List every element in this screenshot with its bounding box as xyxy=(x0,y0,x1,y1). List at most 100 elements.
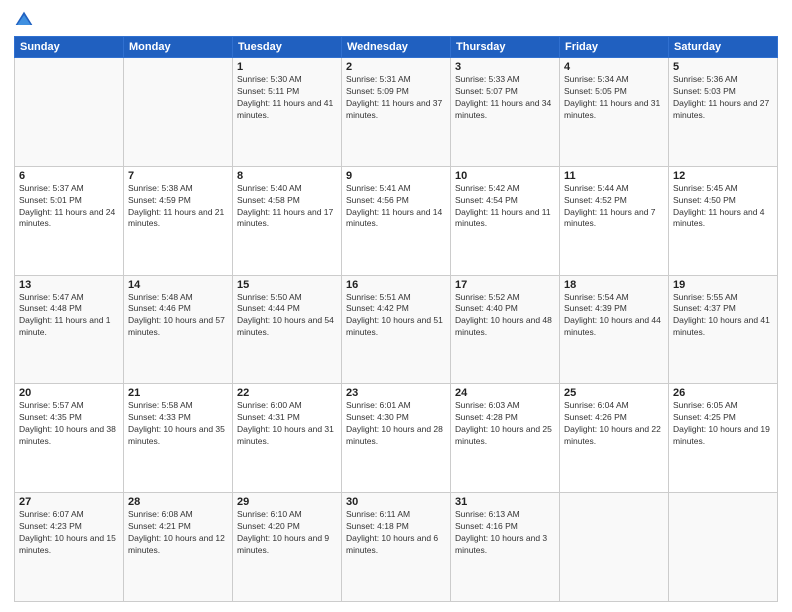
calendar-cell: 26Sunrise: 6:05 AMSunset: 4:25 PMDayligh… xyxy=(669,384,778,493)
day-number: 13 xyxy=(19,279,119,291)
calendar-cell: 9Sunrise: 5:41 AMSunset: 4:56 PMDaylight… xyxy=(342,166,451,275)
day-info: Sunrise: 5:36 AMSunset: 5:03 PMDaylight:… xyxy=(673,74,773,122)
day-number: 27 xyxy=(19,496,119,508)
calendar-cell: 25Sunrise: 6:04 AMSunset: 4:26 PMDayligh… xyxy=(560,384,669,493)
day-number: 2 xyxy=(346,61,446,73)
day-number: 25 xyxy=(564,387,664,399)
calendar-cell: 1Sunrise: 5:30 AMSunset: 5:11 PMDaylight… xyxy=(233,58,342,167)
day-number: 24 xyxy=(455,387,555,399)
day-info: Sunrise: 5:40 AMSunset: 4:58 PMDaylight:… xyxy=(237,183,337,231)
calendar-cell: 12Sunrise: 5:45 AMSunset: 4:50 PMDayligh… xyxy=(669,166,778,275)
weekday-header-thursday: Thursday xyxy=(451,37,560,58)
weekday-header-monday: Monday xyxy=(124,37,233,58)
day-number: 28 xyxy=(128,496,228,508)
day-info: Sunrise: 5:33 AMSunset: 5:07 PMDaylight:… xyxy=(455,74,555,122)
day-info: Sunrise: 5:51 AMSunset: 4:42 PMDaylight:… xyxy=(346,292,446,340)
calendar-cell: 22Sunrise: 6:00 AMSunset: 4:31 PMDayligh… xyxy=(233,384,342,493)
day-info: Sunrise: 5:44 AMSunset: 4:52 PMDaylight:… xyxy=(564,183,664,231)
page: SundayMondayTuesdayWednesdayThursdayFrid… xyxy=(0,0,792,612)
day-number: 19 xyxy=(673,279,773,291)
calendar-cell: 19Sunrise: 5:55 AMSunset: 4:37 PMDayligh… xyxy=(669,275,778,384)
calendar-cell: 31Sunrise: 6:13 AMSunset: 4:16 PMDayligh… xyxy=(451,493,560,602)
weekday-header-friday: Friday xyxy=(560,37,669,58)
calendar-cell: 7Sunrise: 5:38 AMSunset: 4:59 PMDaylight… xyxy=(124,166,233,275)
day-info: Sunrise: 6:04 AMSunset: 4:26 PMDaylight:… xyxy=(564,400,664,448)
logo xyxy=(14,10,38,30)
day-info: Sunrise: 6:08 AMSunset: 4:21 PMDaylight:… xyxy=(128,509,228,557)
day-info: Sunrise: 5:54 AMSunset: 4:39 PMDaylight:… xyxy=(564,292,664,340)
day-number: 7 xyxy=(128,170,228,182)
day-info: Sunrise: 5:37 AMSunset: 5:01 PMDaylight:… xyxy=(19,183,119,231)
calendar-cell: 15Sunrise: 5:50 AMSunset: 4:44 PMDayligh… xyxy=(233,275,342,384)
calendar-cell: 18Sunrise: 5:54 AMSunset: 4:39 PMDayligh… xyxy=(560,275,669,384)
weekday-header-sunday: Sunday xyxy=(15,37,124,58)
weekday-header-row: SundayMondayTuesdayWednesdayThursdayFrid… xyxy=(15,37,778,58)
day-info: Sunrise: 5:31 AMSunset: 5:09 PMDaylight:… xyxy=(346,74,446,122)
day-number: 17 xyxy=(455,279,555,291)
day-number: 3 xyxy=(455,61,555,73)
calendar-cell: 16Sunrise: 5:51 AMSunset: 4:42 PMDayligh… xyxy=(342,275,451,384)
calendar-cell: 6Sunrise: 5:37 AMSunset: 5:01 PMDaylight… xyxy=(15,166,124,275)
calendar-cell: 17Sunrise: 5:52 AMSunset: 4:40 PMDayligh… xyxy=(451,275,560,384)
day-info: Sunrise: 5:57 AMSunset: 4:35 PMDaylight:… xyxy=(19,400,119,448)
calendar-cell: 28Sunrise: 6:08 AMSunset: 4:21 PMDayligh… xyxy=(124,493,233,602)
day-info: Sunrise: 5:41 AMSunset: 4:56 PMDaylight:… xyxy=(346,183,446,231)
calendar-cell: 3Sunrise: 5:33 AMSunset: 5:07 PMDaylight… xyxy=(451,58,560,167)
calendar-cell: 13Sunrise: 5:47 AMSunset: 4:48 PMDayligh… xyxy=(15,275,124,384)
weekday-header-tuesday: Tuesday xyxy=(233,37,342,58)
day-info: Sunrise: 6:11 AMSunset: 4:18 PMDaylight:… xyxy=(346,509,446,557)
calendar-week-3: 13Sunrise: 5:47 AMSunset: 4:48 PMDayligh… xyxy=(15,275,778,384)
weekday-header-wednesday: Wednesday xyxy=(342,37,451,58)
calendar-cell: 29Sunrise: 6:10 AMSunset: 4:20 PMDayligh… xyxy=(233,493,342,602)
day-number: 4 xyxy=(564,61,664,73)
day-info: Sunrise: 5:55 AMSunset: 4:37 PMDaylight:… xyxy=(673,292,773,340)
day-number: 30 xyxy=(346,496,446,508)
day-number: 29 xyxy=(237,496,337,508)
calendar-week-4: 20Sunrise: 5:57 AMSunset: 4:35 PMDayligh… xyxy=(15,384,778,493)
day-number: 6 xyxy=(19,170,119,182)
day-info: Sunrise: 6:05 AMSunset: 4:25 PMDaylight:… xyxy=(673,400,773,448)
day-number: 22 xyxy=(237,387,337,399)
day-info: Sunrise: 5:42 AMSunset: 4:54 PMDaylight:… xyxy=(455,183,555,231)
day-number: 31 xyxy=(455,496,555,508)
weekday-header-saturday: Saturday xyxy=(669,37,778,58)
calendar-cell: 2Sunrise: 5:31 AMSunset: 5:09 PMDaylight… xyxy=(342,58,451,167)
calendar-cell xyxy=(560,493,669,602)
calendar-cell xyxy=(124,58,233,167)
calendar-cell: 14Sunrise: 5:48 AMSunset: 4:46 PMDayligh… xyxy=(124,275,233,384)
day-number: 14 xyxy=(128,279,228,291)
calendar-cell: 20Sunrise: 5:57 AMSunset: 4:35 PMDayligh… xyxy=(15,384,124,493)
day-info: Sunrise: 5:52 AMSunset: 4:40 PMDaylight:… xyxy=(455,292,555,340)
calendar-cell: 30Sunrise: 6:11 AMSunset: 4:18 PMDayligh… xyxy=(342,493,451,602)
day-info: Sunrise: 5:30 AMSunset: 5:11 PMDaylight:… xyxy=(237,74,337,122)
day-info: Sunrise: 5:50 AMSunset: 4:44 PMDaylight:… xyxy=(237,292,337,340)
day-info: Sunrise: 5:34 AMSunset: 5:05 PMDaylight:… xyxy=(564,74,664,122)
day-number: 16 xyxy=(346,279,446,291)
day-number: 26 xyxy=(673,387,773,399)
day-info: Sunrise: 6:03 AMSunset: 4:28 PMDaylight:… xyxy=(455,400,555,448)
day-number: 9 xyxy=(346,170,446,182)
day-number: 21 xyxy=(128,387,228,399)
day-number: 18 xyxy=(564,279,664,291)
day-info: Sunrise: 6:07 AMSunset: 4:23 PMDaylight:… xyxy=(19,509,119,557)
calendar-cell: 4Sunrise: 5:34 AMSunset: 5:05 PMDaylight… xyxy=(560,58,669,167)
calendar-cell: 21Sunrise: 5:58 AMSunset: 4:33 PMDayligh… xyxy=(124,384,233,493)
calendar-week-1: 1Sunrise: 5:30 AMSunset: 5:11 PMDaylight… xyxy=(15,58,778,167)
calendar-cell: 10Sunrise: 5:42 AMSunset: 4:54 PMDayligh… xyxy=(451,166,560,275)
day-number: 10 xyxy=(455,170,555,182)
day-info: Sunrise: 5:47 AMSunset: 4:48 PMDaylight:… xyxy=(19,292,119,340)
calendar-week-2: 6Sunrise: 5:37 AMSunset: 5:01 PMDaylight… xyxy=(15,166,778,275)
calendar-cell: 27Sunrise: 6:07 AMSunset: 4:23 PMDayligh… xyxy=(15,493,124,602)
calendar-cell: 11Sunrise: 5:44 AMSunset: 4:52 PMDayligh… xyxy=(560,166,669,275)
day-number: 11 xyxy=(564,170,664,182)
calendar-cell: 23Sunrise: 6:01 AMSunset: 4:30 PMDayligh… xyxy=(342,384,451,493)
day-info: Sunrise: 5:58 AMSunset: 4:33 PMDaylight:… xyxy=(128,400,228,448)
calendar-cell xyxy=(669,493,778,602)
calendar-cell xyxy=(15,58,124,167)
day-info: Sunrise: 5:45 AMSunset: 4:50 PMDaylight:… xyxy=(673,183,773,231)
logo-icon xyxy=(14,10,34,30)
day-info: Sunrise: 6:13 AMSunset: 4:16 PMDaylight:… xyxy=(455,509,555,557)
calendar-week-5: 27Sunrise: 6:07 AMSunset: 4:23 PMDayligh… xyxy=(15,493,778,602)
day-number: 8 xyxy=(237,170,337,182)
day-number: 5 xyxy=(673,61,773,73)
